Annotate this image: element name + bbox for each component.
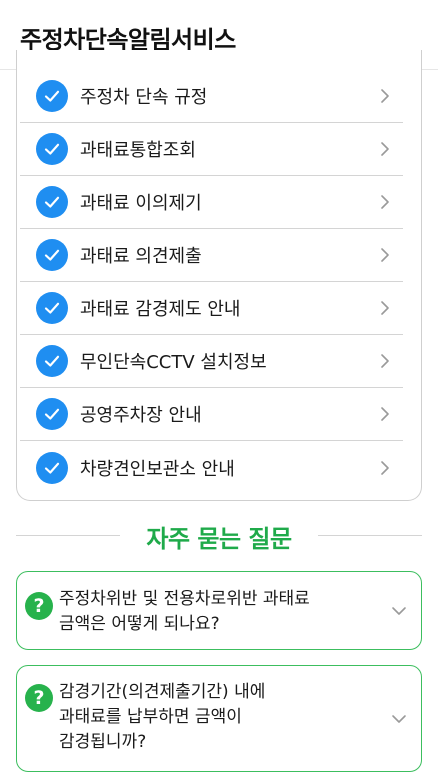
menu-item-public-parking[interactable]: 공영주차장 안내: [20, 388, 403, 441]
faq-item-fine-amount[interactable]: ? 주정차위반 및 전용차로위반 과태료 금액은 어떻게 되나요?: [16, 571, 422, 650]
check-icon: [36, 80, 68, 112]
check-icon: [36, 451, 68, 484]
menu-item-fine-objection[interactable]: 과태료 이의제기: [20, 176, 403, 229]
menu-item-fine-opinion[interactable]: 과태료 의견제출: [20, 229, 403, 282]
chevron-down-icon: [392, 714, 406, 723]
check-icon: [36, 345, 68, 377]
menu-item-label: 무인단속CCTV 설치정보: [80, 352, 267, 373]
menu-list: 주정차 단속 규정 과태료통합조회 과태료 이의제기 과태료 의견제출 과태료 …: [20, 70, 403, 494]
chevron-right-icon: [381, 248, 389, 262]
menu-item-label: 과태료 의견제출: [80, 246, 202, 267]
menu-item-cctv-info[interactable]: 무인단속CCTV 설치정보: [20, 335, 403, 388]
menu-item-fine-lookup[interactable]: 과태료통합조회: [20, 123, 403, 176]
check-icon: [36, 292, 68, 324]
chevron-right-icon: [381, 142, 389, 156]
chevron-right-icon: [381, 460, 389, 475]
menu-item-fine-reduction[interactable]: 과태료 감경제도 안내: [20, 282, 403, 335]
menu-item-label: 주정차 단속 규정: [80, 87, 208, 108]
question-icon: ?: [25, 684, 53, 712]
menu-item-label: 과태료통합조회: [80, 140, 196, 161]
menu-item-parking-rules[interactable]: 주정차 단속 규정: [20, 70, 403, 123]
check-icon: [36, 398, 68, 430]
chevron-right-icon: [381, 301, 389, 315]
question-icon: ?: [25, 592, 53, 620]
faq-question: 감경기간(의견제출기간) 내에 과태료를 납부하면 금액이 감경됩니까?: [59, 682, 266, 752]
faq-question: 주정차위반 및 전용차로위반 과태료 금액은 어떻게 되나요?: [59, 589, 310, 634]
chevron-right-icon: [381, 407, 389, 421]
check-icon: [36, 186, 68, 218]
divider: [318, 535, 422, 536]
menu-item-label: 과태료 감경제도 안내: [80, 299, 241, 320]
chevron-right-icon: [381, 354, 389, 368]
faq-heading: 자주 묻는 질문: [146, 525, 292, 553]
chevron-down-icon: [392, 606, 406, 615]
chevron-right-icon: [381, 89, 389, 103]
check-icon: [36, 239, 68, 271]
check-icon: [36, 133, 68, 165]
faq-section-header: 자주 묻는 질문: [16, 515, 422, 555]
menu-item-label: 차량견인보관소 안내: [80, 458, 235, 480]
menu-item-tow-storage[interactable]: 차량견인보관소 안내: [20, 441, 403, 494]
faq-item-reduction-period[interactable]: ? 감경기간(의견제출기간) 내에 과태료를 납부하면 금액이 감경됩니까?: [16, 665, 422, 772]
menu-item-label: 과태료 이의제기: [80, 193, 202, 214]
chevron-right-icon: [381, 195, 389, 209]
menu-item-label: 공영주차장 안내: [80, 405, 202, 426]
